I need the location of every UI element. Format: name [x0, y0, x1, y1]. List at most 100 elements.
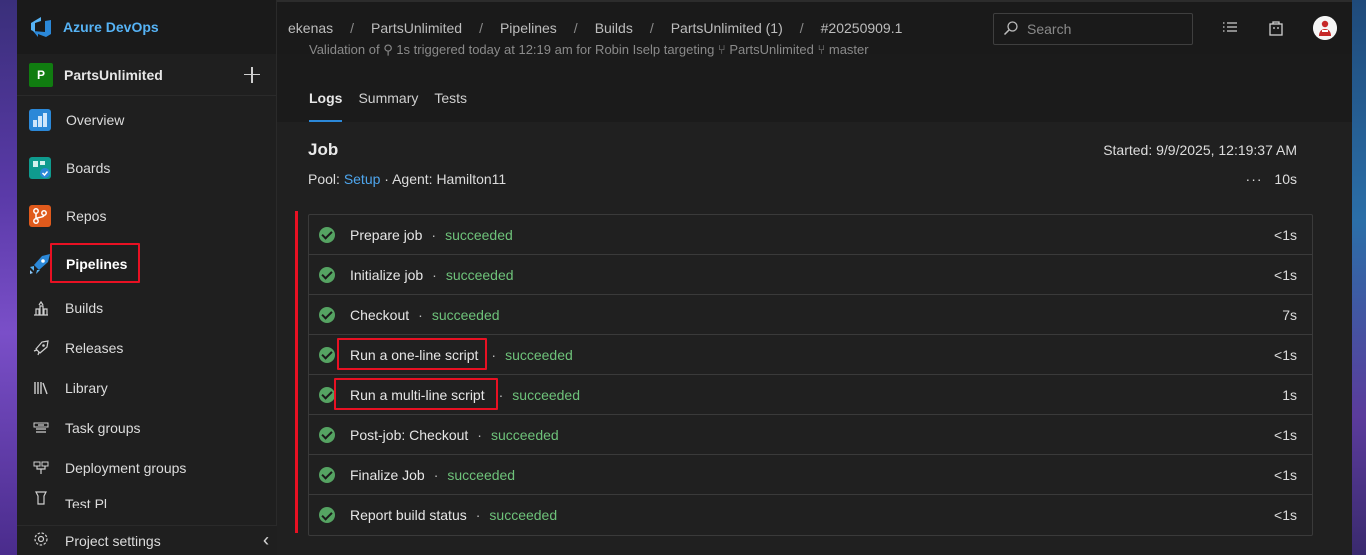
main-content: Validation of ⚲ 1s triggered today at 12…: [277, 42, 1352, 555]
project-settings-label: Project settings: [65, 532, 161, 549]
sidebar-item-pipelines[interactable]: Pipelines: [17, 240, 276, 288]
sidebar-item-label: Test Pl: [65, 496, 108, 508]
success-check-icon: [319, 346, 335, 363]
pool-label: Pool:: [308, 171, 340, 187]
step-row-checkout[interactable]: Checkout · succeeded 7s: [309, 295, 1312, 335]
tab-bar: Logs Summary Tests: [309, 90, 467, 122]
task-list-icon[interactable]: [1221, 19, 1239, 37]
avatar[interactable]: [1313, 16, 1337, 40]
search-box[interactable]: [993, 13, 1193, 45]
brand-name: Azure DevOps: [63, 19, 159, 35]
sidebar-item-label: Task groups: [65, 420, 141, 436]
sidebar-item-releases[interactable]: Releases: [17, 328, 276, 368]
brand[interactable]: Azure DevOps: [17, 0, 276, 54]
step-row-post-job-checkout[interactable]: Post-job: Checkout · succeeded <1s: [309, 415, 1312, 455]
task-groups-icon: [33, 420, 49, 436]
sidebar-item-builds[interactable]: Builds: [17, 288, 276, 328]
step-list: Prepare job · succeeded <1s Initialize j…: [308, 214, 1313, 536]
step-name: Report build status: [350, 507, 467, 523]
sidebar-item-label: Repos: [66, 208, 107, 224]
job-duration: ··· 10s: [1246, 171, 1297, 187]
shopping-bag-icon[interactable]: [1267, 19, 1285, 37]
step-row-finalize-job[interactable]: Finalize Job · succeeded <1s: [309, 455, 1312, 495]
sidebar: Azure DevOps P PartsUnlimited Overview B…: [17, 0, 277, 555]
project-settings[interactable]: Project settings ‹‹: [17, 525, 277, 555]
overview-icon: [28, 108, 52, 132]
success-check-icon: [319, 266, 335, 283]
sidebar-item-label: Builds: [65, 300, 104, 316]
more-options-icon[interactable]: ···: [1246, 171, 1263, 187]
step-duration: <1s: [1274, 226, 1297, 243]
tab-summary[interactable]: Summary: [358, 90, 418, 122]
step-duration: <1s: [1274, 426, 1297, 443]
step-name: Checkout: [350, 306, 410, 323]
search-input[interactable]: [1027, 21, 1177, 37]
step-duration: <1s: [1274, 466, 1297, 483]
deployment-groups-icon: [33, 460, 49, 476]
tab-tests[interactable]: Tests: [434, 90, 467, 122]
step-name: Initialize job: [350, 266, 424, 283]
success-check-icon: [319, 466, 335, 483]
success-check-icon: [319, 386, 335, 403]
sidebar-item-label: Boards: [66, 160, 111, 176]
sidebar-item-boards[interactable]: Boards: [17, 144, 276, 192]
sidebar-item-overview[interactable]: Overview: [17, 96, 276, 144]
gear-icon: [33, 531, 49, 550]
pipelines-icon: [28, 252, 52, 276]
boards-icon: [28, 156, 52, 180]
breadcrumb-build-number[interactable]: #20250909.1: [821, 20, 903, 36]
sidebar-item-library[interactable]: Library: [17, 368, 276, 408]
project-header[interactable]: P PartsUnlimited: [17, 54, 276, 96]
job-started-time: Started: 9/9/2025, 12:19:37 AM: [1103, 142, 1297, 158]
sidebar-item-deployment-groups[interactable]: Deployment groups: [17, 448, 276, 488]
desktop-edge-right: [1352, 0, 1366, 555]
breadcrumb-pipelines[interactable]: Pipelines: [500, 20, 557, 36]
tab-logs[interactable]: Logs: [309, 90, 343, 122]
step-status: succeeded: [512, 386, 580, 403]
one-line-script-highlight-box: [337, 338, 487, 370]
sidebar-item-label: Releases: [65, 340, 124, 356]
step-row-one-line-script[interactable]: Run a one-line script · succeeded <1s: [309, 335, 1312, 375]
breadcrumb-definition[interactable]: PartsUnlimited (1): [671, 20, 783, 36]
sidebar-item-label: Library: [65, 380, 108, 396]
success-check-icon: [319, 426, 335, 443]
search-icon: [1003, 20, 1019, 39]
multi-line-script-highlight-box: [334, 378, 498, 410]
job-pool-info: Pool: Setup · Agent: Hamilton11: [308, 171, 506, 187]
sidebar-item-task-groups[interactable]: Task groups: [17, 408, 276, 448]
step-row-multi-line-script[interactable]: Run a multi-line script · succeeded 1s: [309, 375, 1312, 415]
step-name: Finalize Job: [350, 466, 425, 483]
step-status: succeeded: [445, 226, 513, 243]
add-icon[interactable]: [242, 65, 262, 85]
project-name: PartsUnlimited: [64, 66, 163, 83]
step-status: succeeded: [505, 346, 573, 363]
sidebar-item-label: Overview: [66, 112, 125, 128]
sidebar-item-label: Deployment groups: [65, 460, 187, 476]
step-duration: 1s: [1282, 386, 1297, 403]
breadcrumb-builds[interactable]: Builds: [595, 20, 633, 36]
repos-icon: [28, 204, 52, 228]
step-status: succeeded: [490, 426, 559, 443]
step-name: Post-job: Checkout: [350, 426, 469, 443]
breadcrumb: ekenas / PartsUnlimited / Pipelines / Bu…: [288, 20, 903, 36]
builds-icon: [33, 300, 49, 316]
pool-link[interactable]: Setup: [344, 171, 381, 187]
step-row-report-build-status[interactable]: Report build status · succeeded <1s: [309, 495, 1312, 535]
step-duration: <1s: [1274, 507, 1297, 523]
success-check-icon: [319, 226, 335, 243]
breadcrumb-project[interactable]: PartsUnlimited: [371, 20, 462, 36]
sidebar-item-test-plans[interactable]: Test Pl: [17, 488, 276, 508]
sidebar-item-repos[interactable]: Repos: [17, 192, 276, 240]
step-duration: <1s: [1274, 266, 1297, 283]
breadcrumb-organization[interactable]: ekenas: [288, 20, 333, 36]
step-row-prepare-job[interactable]: Prepare job · succeeded <1s: [309, 215, 1312, 255]
sidebar-nav: Overview Boards Repos Pipelines Builds R…: [17, 96, 276, 508]
job-panel: Job Started: 9/9/2025, 12:19:37 AM Pool:…: [277, 122, 1352, 555]
job-title: Job: [308, 140, 339, 159]
selected-indicator-bar: [295, 211, 298, 533]
step-status: succeeded: [447, 466, 516, 483]
step-row-initialize-job[interactable]: Initialize job · succeeded <1s: [309, 255, 1312, 295]
releases-icon: [33, 340, 49, 356]
azure-devops-logo-icon: [31, 17, 51, 37]
run-summary-text: Validation of ⚲ 1s triggered today at 12…: [309, 42, 869, 57]
